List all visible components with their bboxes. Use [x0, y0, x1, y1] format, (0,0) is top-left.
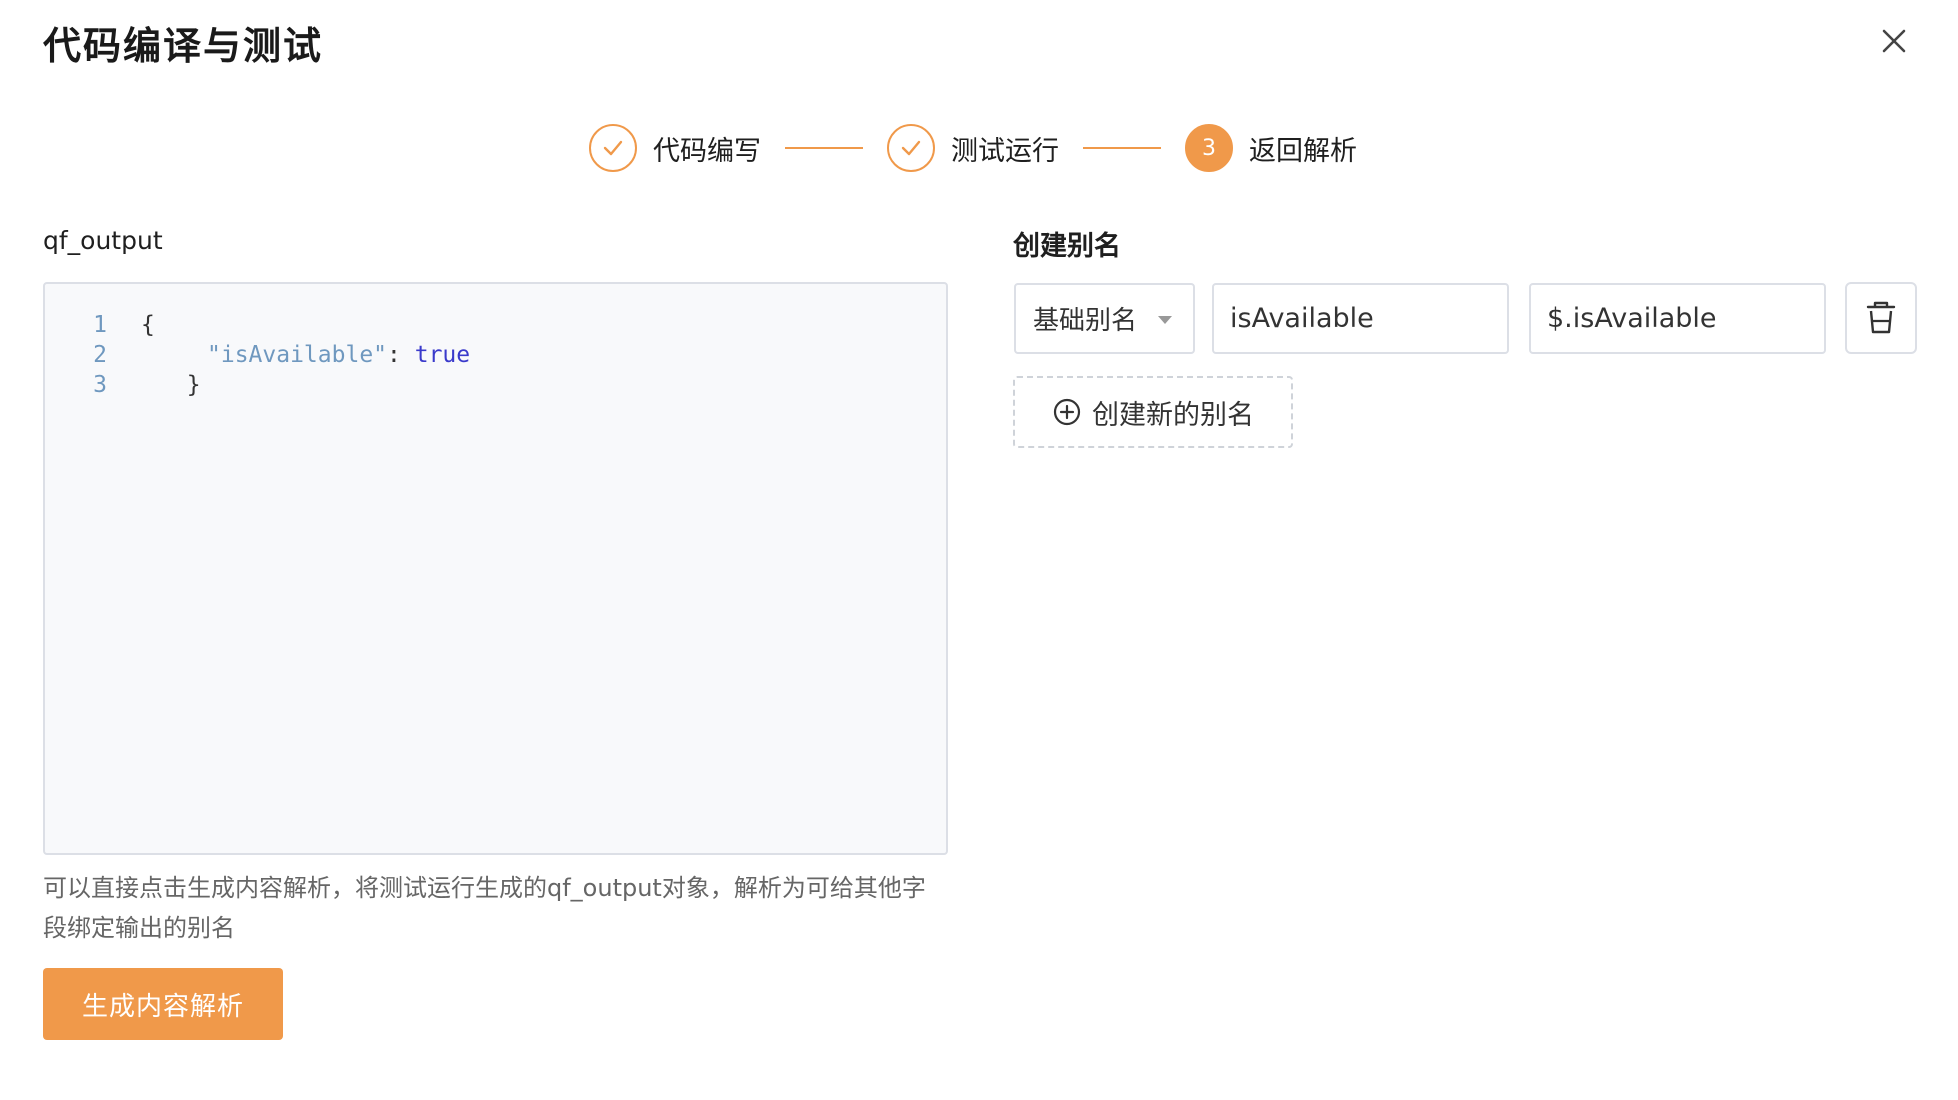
caret-down-icon [1158, 316, 1172, 324]
generate-parse-button[interactable]: 生成内容解析 [43, 968, 283, 1040]
close-button[interactable] [1878, 25, 1910, 57]
step-label: 返回解析 [1249, 135, 1357, 167]
line-number: 3 [93, 372, 107, 398]
alias-name-input[interactable] [1212, 283, 1509, 354]
step-return-parse: 3 返回解析 [1185, 124, 1357, 172]
step-done-indicator [887, 124, 935, 172]
code-output-editor[interactable]: 1 { 2 "isAvailable": true 3 } [43, 282, 948, 855]
alias-type-value: 基础别名 [1033, 306, 1138, 336]
add-alias-button[interactable]: 创建新的别名 [1013, 376, 1293, 448]
code-line: 2 "isAvailable": true [45, 340, 946, 370]
line-number: 2 [93, 342, 107, 368]
trash-icon [1866, 301, 1896, 334]
check-icon [901, 140, 921, 156]
step-indicator: 代码编写 测试运行 3 返回解析 [589, 123, 1357, 173]
code-text: } [159, 372, 201, 398]
step-test-run: 测试运行 [887, 124, 1059, 172]
step-code-writing: 代码编写 [589, 124, 761, 172]
dialog-title: 代码编译与测试 [43, 24, 324, 68]
step-label: 代码编写 [653, 135, 761, 167]
create-alias-title: 创建别名 [1013, 231, 1121, 262]
json-value: true [414, 342, 471, 368]
output-label: qf_output [43, 226, 163, 255]
alias-type-select[interactable]: 基础别名 [1014, 283, 1195, 354]
parse-hint-text: 可以直接点击生成内容解析，将测试运行生成的qf_output对象，解析为可给其他… [43, 874, 926, 942]
step-number-indicator: 3 [1185, 124, 1233, 172]
code-text: "isAvailable": true [107, 340, 470, 370]
step-connector [1083, 147, 1161, 149]
json-key: "isAvailable" [207, 342, 388, 368]
add-alias-label: 创建新的别名 [1092, 399, 1254, 431]
step-done-indicator [589, 124, 637, 172]
code-compile-test-dialog: 代码编译与测试 代码编写 测试运行 3 返回解析 qf_output 1 {2… [0, 0, 1958, 1100]
close-icon [1882, 29, 1906, 53]
delete-alias-button[interactable] [1845, 282, 1917, 354]
json-separator: : [387, 342, 415, 368]
plus-circle-icon [1052, 397, 1082, 427]
alias-path-input[interactable] [1529, 283, 1826, 354]
line-number: 1 [93, 312, 107, 338]
code-line: 1 { [45, 310, 946, 340]
code-text: { [141, 312, 155, 338]
code-line: 3 } [45, 370, 946, 400]
step-connector [785, 147, 863, 149]
step-label: 测试运行 [951, 135, 1059, 167]
check-icon [603, 140, 623, 156]
